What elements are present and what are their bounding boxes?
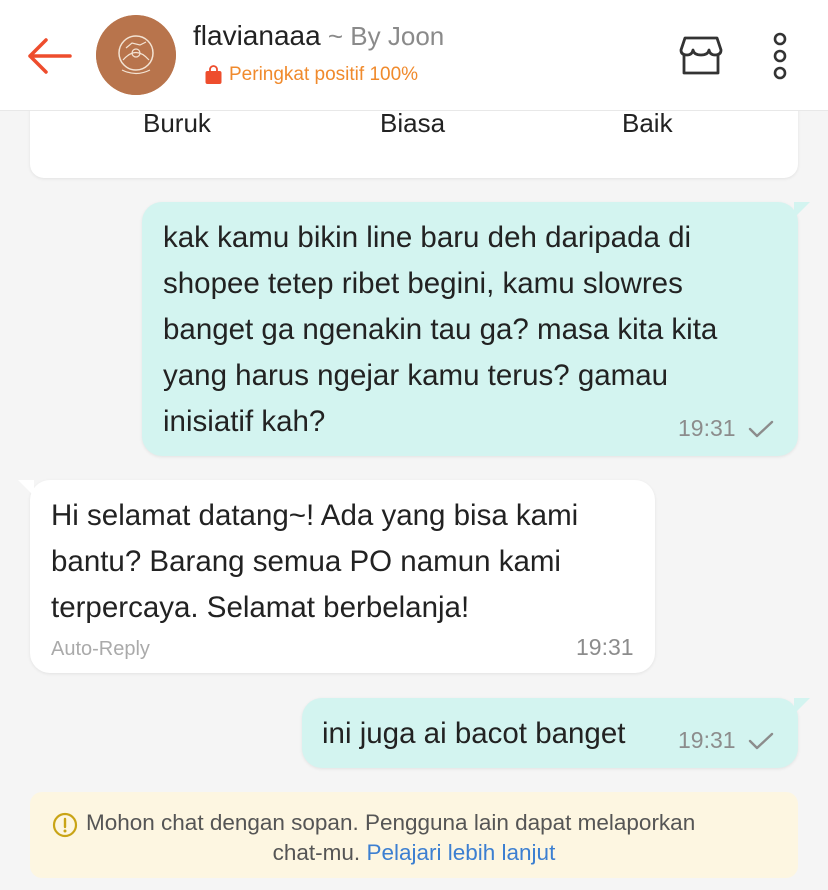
message-meta: 19:31 [576, 634, 634, 661]
shop-name-suffix: ~ By Joon [320, 21, 445, 51]
bubble-tail [794, 698, 810, 714]
avatar-emblem-icon [96, 15, 176, 95]
shop-name[interactable]: flavianaaa ~ By Joon [193, 20, 444, 52]
shop-avatar[interactable] [96, 15, 176, 95]
bubble-tail [794, 202, 810, 218]
message-text: kak kamu bikin line baru deh daripada di… [163, 215, 717, 445]
message-line: Hi selamat datang~! Ada yang bisa kami [51, 499, 579, 532]
rating-text: Peringkat positif 100% [229, 64, 419, 85]
message-line: shopee tetep ribet begini, kamu slowres [163, 267, 683, 300]
rating-option-buruk[interactable]: Buruk [143, 108, 211, 139]
back-arrow-icon[interactable] [22, 32, 74, 80]
message-line: yang harus ngejar kamu terus? gamau [163, 359, 669, 392]
message-line: inisiatif kah? [163, 405, 326, 438]
message-line: banget ga ngenakin tau ga? masa kita kit… [163, 313, 718, 346]
message-time: 19:31 [678, 727, 736, 753]
notice-text-line2: chat-mu. Pelajari lebih lanjut [30, 838, 798, 868]
notice-text-line1: Mohon chat dengan sopan. Pengguna lain d… [86, 810, 696, 835]
notice-text: chat-mu. [272, 840, 361, 865]
check-icon [748, 420, 773, 437]
shop-name-main: flavianaaa [193, 20, 321, 51]
store-icon[interactable] [676, 30, 726, 80]
message-text: Hi selamat datang~! Ada yang bisa kami b… [51, 493, 578, 631]
message-line: terpercaya. Selamat berbelanja! [51, 591, 470, 624]
chat-header: flavianaaa ~ By Joon Peringkat positif 1… [0, 0, 828, 111]
politeness-notice: Mohon chat dengan sopan. Pengguna lain d… [30, 792, 798, 878]
message-line: bantu? Barang semua PO namun kami [51, 545, 561, 578]
more-vertical-icon[interactable] [762, 30, 798, 82]
message-text: ini juga ai bacot banget [322, 711, 625, 757]
rating-option-biasa[interactable]: Biasa [380, 108, 445, 139]
check-icon [748, 732, 773, 749]
message-meta: 19:31 [678, 727, 774, 754]
message-meta: 19:31 [678, 415, 774, 442]
message-line: ini juga ai bacot banget [322, 717, 626, 750]
message-line: kak kamu bikin line baru deh daripada di [163, 221, 692, 254]
learn-more-link[interactable]: Pelajari lebih lanjut [366, 840, 555, 865]
bubble-tail [18, 480, 34, 496]
message-time: 19:31 [678, 415, 736, 441]
shop-rating: Peringkat positif 100% [204, 64, 418, 86]
warning-icon [52, 812, 78, 838]
shopping-bag-icon [205, 65, 222, 84]
rating-option-baik[interactable]: Baik [622, 108, 673, 139]
message-time: 19:31 [576, 634, 634, 660]
auto-reply-label: Auto-Reply [51, 638, 150, 660]
